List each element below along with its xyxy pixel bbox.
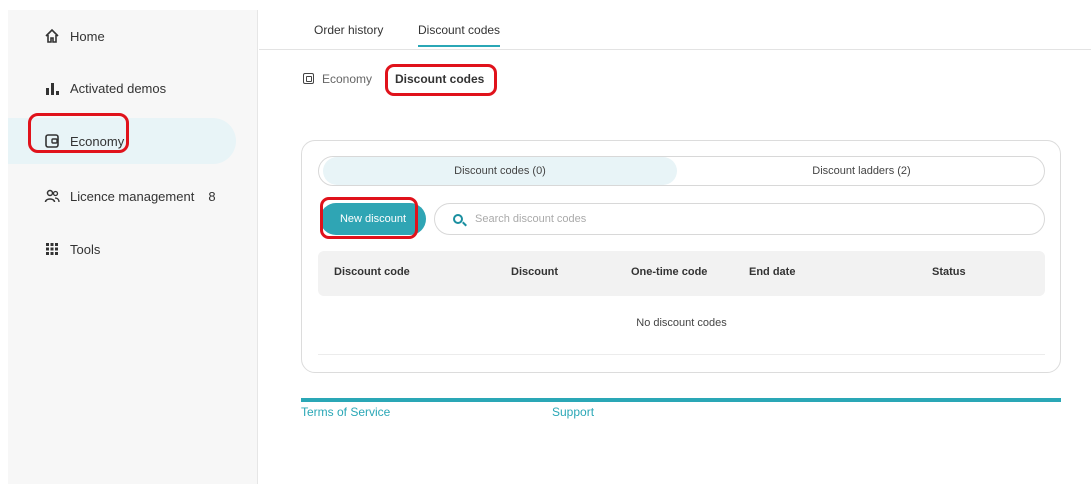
- segment-discount-ladders[interactable]: Discount ladders (2): [679, 157, 1044, 185]
- divider: [318, 354, 1045, 355]
- wallet-icon: [303, 73, 314, 84]
- footer-divider: [301, 398, 1061, 402]
- sidebar: Home Activated demos Economy Licence man…: [8, 10, 258, 484]
- sidebar-item-label: Licence management: [70, 188, 195, 204]
- sidebar-item-activated-demos[interactable]: Activated demos: [8, 65, 236, 111]
- bar-chart-icon: [44, 80, 60, 96]
- tab-order-history[interactable]: Order history: [314, 23, 383, 37]
- support-link[interactable]: Support: [552, 405, 594, 419]
- column-one-time-code: One-time code: [631, 266, 708, 278]
- new-discount-highlight-annotation: [320, 197, 418, 239]
- column-discount-code: Discount code: [334, 266, 410, 278]
- sidebar-item-label: Tools: [70, 241, 101, 257]
- segment-discount-codes[interactable]: Discount codes (0): [323, 157, 677, 185]
- sidebar-item-tools[interactable]: Tools: [8, 226, 236, 272]
- licence-count-badge: 8: [208, 188, 216, 204]
- sidebar-item-label: Activated demos: [70, 80, 167, 96]
- grid-icon: [44, 241, 60, 257]
- breadcrumb-economy-link[interactable]: Economy: [322, 72, 372, 86]
- economy-highlight-annotation: [28, 113, 129, 153]
- users-icon: [44, 188, 60, 204]
- sidebar-item-home[interactable]: Home: [8, 13, 236, 59]
- segment-control: Discount codes (0) Discount ladders (2): [318, 156, 1045, 186]
- sidebar-item-label: Home: [70, 28, 105, 44]
- tab-discount-codes[interactable]: Discount codes: [418, 23, 501, 47]
- empty-state-message: No discount codes: [636, 317, 727, 329]
- home-icon: [44, 28, 60, 44]
- table-header: Discount code Discount One-time code End…: [318, 251, 1045, 296]
- column-discount: Discount: [511, 266, 559, 278]
- breadcrumb-highlight-annotation: [385, 64, 497, 96]
- search-placeholder: Search discount codes: [475, 213, 587, 225]
- column-status: Status: [932, 266, 966, 278]
- top-tabs: Order history Discount codes: [259, 10, 1091, 50]
- terms-of-service-link[interactable]: Terms of Service: [301, 405, 390, 419]
- search-input[interactable]: Search discount codes: [434, 203, 1045, 235]
- sidebar-item-licence-management[interactable]: Licence management 8: [8, 173, 236, 219]
- column-end-date: End date: [749, 266, 796, 278]
- search-icon: [453, 214, 463, 224]
